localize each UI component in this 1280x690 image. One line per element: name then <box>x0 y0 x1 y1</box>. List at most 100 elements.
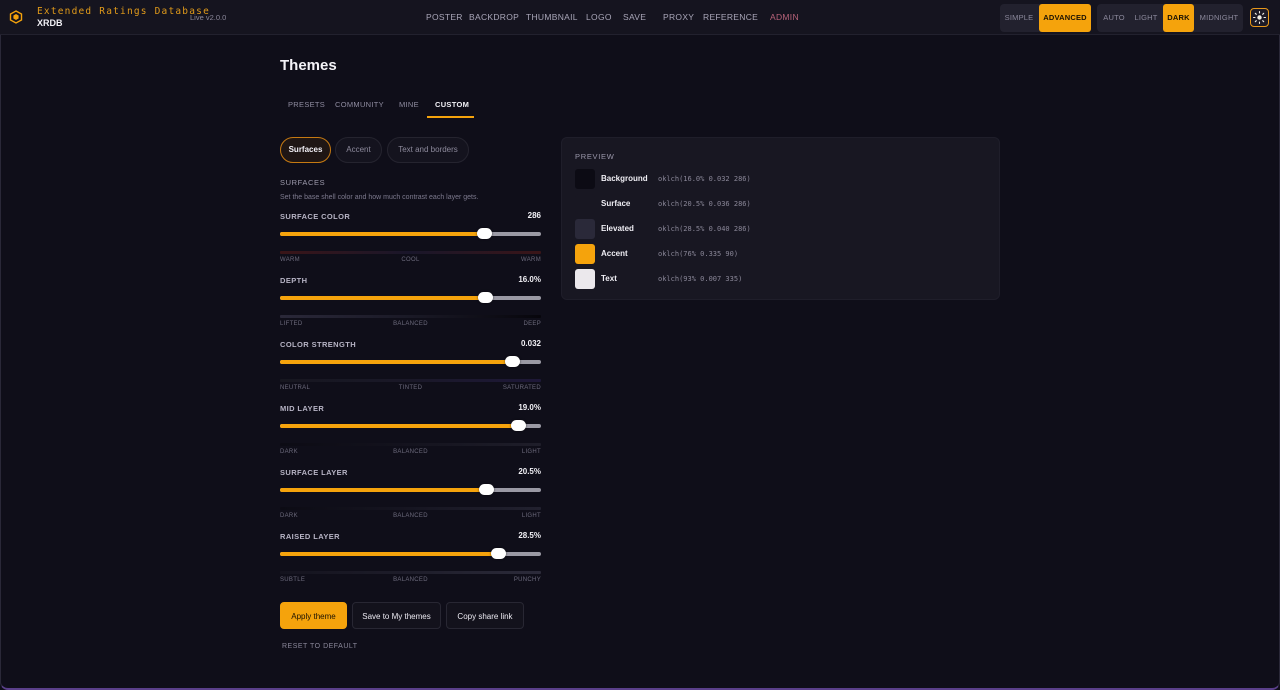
theme-dark[interactable]: DARK <box>1163 4 1194 32</box>
slider-surface-color: SURFACE COLOR 286 WARM COOL WARM <box>280 211 541 276</box>
slider-color-strength: COLOR STRENGTH 0.032 NEUTRAL TINTED SATU… <box>280 339 541 404</box>
preview-value: oklch(16.0% 0.032 286) <box>658 175 751 183</box>
slider-track[interactable] <box>280 228 541 239</box>
slider-fill <box>280 552 498 556</box>
slider-value: 28.5% <box>518 531 541 540</box>
mark-center: COOL <box>401 257 420 263</box>
mode-advanced[interactable]: ADVANCED <box>1039 4 1091 32</box>
slider-fill <box>280 232 484 236</box>
sun-icon-button[interactable] <box>1250 8 1269 27</box>
slider-fill <box>280 296 485 300</box>
slider-marks: DARK BALANCED LIGHT <box>280 449 541 459</box>
slider-gradient <box>280 379 541 382</box>
preview-row-surface: Surface oklch(20.5% 0.036 286) <box>575 194 975 214</box>
slider-thumb[interactable] <box>490 548 506 559</box>
color-swatch <box>575 244 595 264</box>
slider-fill <box>280 488 487 492</box>
slider-thumb[interactable] <box>510 420 526 431</box>
color-swatch <box>575 169 595 189</box>
preview-name: Background <box>601 174 648 183</box>
slider-track[interactable] <box>280 484 541 495</box>
apply-theme-button[interactable]: Apply theme <box>280 602 347 629</box>
slider-label: MID LAYER <box>280 404 325 413</box>
slider-gradient <box>280 315 541 318</box>
slider-gradient <box>280 507 541 510</box>
preview-title: PREVIEW <box>575 152 615 161</box>
slider-value: 0.032 <box>520 339 541 348</box>
preview-name: Surface <box>601 199 631 208</box>
slider-thumb[interactable] <box>476 228 492 239</box>
theme-auto[interactable]: AUTO <box>1099 4 1129 32</box>
preview-row-elevated: Elevated oklch(28.5% 0.040 286) <box>575 219 975 239</box>
slider-label: SURFACE LAYER <box>280 468 348 477</box>
slider-surface-layer: SURFACE LAYER 20.5% DARK BALANCED LIGHT <box>280 467 541 532</box>
tab-custom[interactable]: CUSTOM <box>435 100 469 109</box>
nav-reference[interactable]: REFERENCE <box>703 12 758 22</box>
theme-light[interactable]: LIGHT <box>1131 4 1161 32</box>
slider-thumb[interactable] <box>479 484 495 495</box>
subtab-surfaces[interactable]: Surfaces <box>280 137 331 163</box>
nav-save[interactable]: SAVE <box>623 12 646 22</box>
slider-depth: DEPTH 16.0% LIFTED BALANCED DEEP <box>280 275 541 340</box>
slider-marks: SUBTLE BALANCED PUNCHY <box>280 577 541 587</box>
mark-right: PUNCHY <box>513 577 541 583</box>
section-title: SURFACES <box>280 178 326 187</box>
slider-marks: WARM COOL WARM <box>280 257 541 267</box>
section-description: Set the base shell color and how much co… <box>280 194 479 201</box>
slider-track[interactable] <box>280 356 541 367</box>
theme-toggle: AUTO LIGHT DARK MIDNIGHT <box>1097 4 1243 32</box>
tab-mine[interactable]: MINE <box>399 100 419 109</box>
nav-admin[interactable]: ADMIN <box>770 12 799 22</box>
preview-value: oklch(28.5% 0.040 286) <box>658 225 751 233</box>
slider-fill <box>280 360 513 364</box>
top-bar: Extended Ratings Database XRDB Live v2.0… <box>0 0 1280 35</box>
page-title: Themes <box>280 57 337 74</box>
subtab-accent[interactable]: Accent <box>335 137 382 163</box>
save-to-my-themes-button[interactable]: Save to My themes <box>352 602 441 629</box>
slider-thumb[interactable] <box>477 292 493 303</box>
color-swatch <box>575 194 595 214</box>
nav-poster[interactable]: POSTER <box>426 12 463 22</box>
mark-center: BALANCED <box>393 321 428 327</box>
tab-presets[interactable]: PRESETS <box>288 100 325 109</box>
mark-right: LIGHT <box>521 449 541 455</box>
slider-track[interactable] <box>280 420 541 431</box>
theme-midnight[interactable]: MIDNIGHT <box>1196 4 1242 32</box>
slider-gradient <box>280 251 541 254</box>
slider-track[interactable] <box>280 292 541 303</box>
copy-share-link-button[interactable]: Copy share link <box>446 602 524 629</box>
nav-logo[interactable]: LOGO <box>586 12 612 22</box>
mark-center: BALANCED <box>393 577 428 583</box>
sun-icon <box>1252 10 1267 25</box>
nav-proxy[interactable]: PROXY <box>663 12 694 22</box>
slider-label: SURFACE COLOR <box>280 212 351 221</box>
preview-value: oklch(93% 0.007 335) <box>658 275 743 283</box>
theme-tabs: PRESETS COMMUNITY MINE CUSTOM <box>280 92 1000 118</box>
slider-marks: DARK BALANCED LIGHT <box>280 513 541 523</box>
mark-center: BALANCED <box>393 513 428 519</box>
mark-right: LIGHT <box>521 513 541 519</box>
tab-community[interactable]: COMMUNITY <box>335 100 384 109</box>
mode-simple[interactable]: SIMPLE <box>1000 4 1038 32</box>
color-swatch <box>575 269 595 289</box>
slider-marks: LIFTED BALANCED DEEP <box>280 321 541 331</box>
mark-right: DEEP <box>523 321 541 327</box>
slider-gradient <box>280 571 541 574</box>
slider-label: COLOR STRENGTH <box>280 340 357 349</box>
nav-backdrop[interactable]: BACKDROP <box>469 12 519 22</box>
reset-to-default-link[interactable]: RESET TO DEFAULT <box>282 643 358 650</box>
active-tab-indicator <box>427 116 474 118</box>
slider-gradient <box>280 443 541 446</box>
mark-right: SATURATED <box>502 385 541 391</box>
slider-thumb[interactable] <box>505 356 521 367</box>
slider-mid-layer: MID LAYER 19.0% DARK BALANCED LIGHT <box>280 403 541 468</box>
preview-value: oklch(20.5% 0.036 286) <box>658 200 751 208</box>
slider-label: RAISED LAYER <box>280 532 340 541</box>
nav-thumbnail[interactable]: THUMBNAIL <box>526 12 578 22</box>
subtab-text-borders[interactable]: Text and borders <box>387 137 469 163</box>
preview-row-accent: Accent oklch(76% 0.335 90) <box>575 244 975 264</box>
slider-track[interactable] <box>280 548 541 559</box>
mark-center: TINTED <box>398 385 423 391</box>
preview-value: oklch(76% 0.335 90) <box>658 250 739 258</box>
preview-row-text: Text oklch(93% 0.007 335) <box>575 269 975 289</box>
